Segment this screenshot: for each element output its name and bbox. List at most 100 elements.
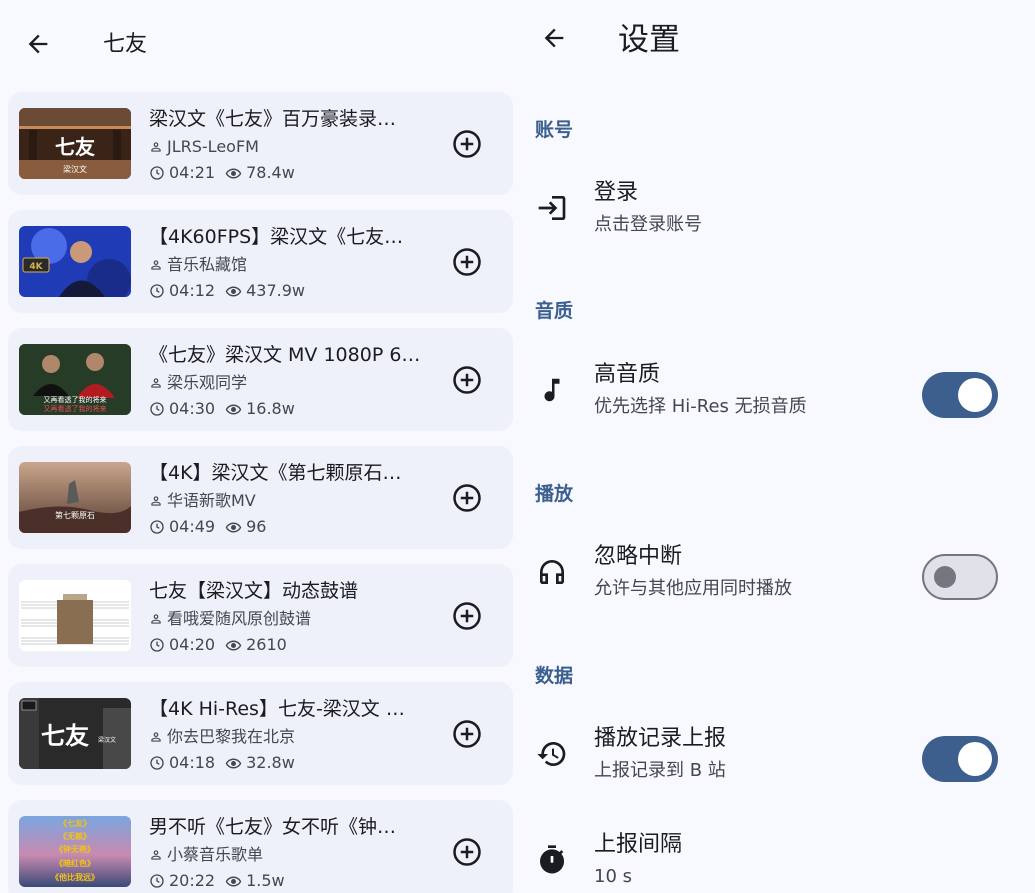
add-to-playlist-button[interactable] [452,365,482,395]
toggle-knob [958,378,992,412]
toggle-knob [934,566,956,588]
video-card[interactable]: 《七友》 《无赖》 《钟无艳》 《暗红色》 《他比我远》 男不听《七友》女不听《… [8,800,513,893]
screen: 七友 七友 梁汉文 梁汉文《七友》百万豪装录… JLRS-LeoFM 04:21… [0,0,1035,893]
video-title: 【4K】梁汉文《第七颗原石… [149,462,402,484]
add-to-playlist-button[interactable] [452,601,482,631]
add-circle-icon [453,838,481,866]
video-title: 【4K60FPS】梁汉文《七友… [149,226,404,248]
page-title: 设置 [618,22,680,58]
video-card[interactable]: 4K 【4K60FPS】梁汉文《七友… 音乐私藏馆 04:12 437.9w [8,210,513,313]
video-card[interactable]: 七友【梁汉文】动态鼓谱 看哦爱随风原创鼓谱 04:20 2610 [8,564,513,667]
toggle-knob [958,742,992,776]
add-circle-icon [453,720,481,748]
page-title: 七友 [103,32,148,57]
video-card[interactable]: 七友 梁汉文 【4K Hi-Res】七友-梁汉文 … 你去巴黎我在北京 04:1… [8,682,513,785]
setting-subtitle: 点击登录账号 [594,214,702,235]
author-name: 看哦爱随风原创鼓谱 [167,609,312,628]
author-name: 你去巴黎我在北京 [167,727,296,746]
author-name: JLRS-LeoFM [167,137,259,156]
clock-icon [149,283,165,299]
video-views: 16.8w [246,399,295,418]
video-views: 32.8w [246,753,295,772]
arrow-left-icon [544,28,564,48]
setting-ignore-interrupt[interactable]: 忽略中断 允许与其他应用同时播放 [520,532,1035,612]
eye-icon [225,401,242,418]
arrow-left-icon [28,34,48,54]
thumb-subtext: 又再看透了我的将来 [44,404,107,413]
setting-login[interactable]: 登录 点击登录账号 [520,168,1035,248]
back-button[interactable] [20,26,56,62]
thumb-text: 七友 [55,135,95,159]
video-author: 华语新歌MV [149,490,429,512]
video-meta: 04:21 78.4w [149,162,295,184]
clock-icon [149,165,165,181]
video-author: 看哦爱随风原创鼓谱 [149,608,429,630]
video-duration: 20:22 [169,871,216,890]
video-card[interactable]: 第七颗原石 【4K】梁汉文《第七颗原石… 华语新歌MV 04:49 96 [8,446,513,549]
add-circle-icon [453,484,481,512]
setting-hires[interactable]: 高音质 优先选择 Hi-Res 无损音质 [520,350,1035,430]
video-views: 437.9w [246,281,305,300]
thumb-line: 《暗红色》 [55,858,95,868]
music-note-icon [534,372,570,408]
person-icon [149,376,163,390]
hires-toggle[interactable] [922,372,998,418]
section-header-playback: 播放 [535,483,574,505]
clock-icon [149,755,165,771]
ignore-interrupt-toggle[interactable] [922,554,998,600]
video-views: 1.5w [246,871,285,890]
add-to-playlist-button[interactable] [452,837,482,867]
video-thumbnail: 《七友》 《无赖》 《钟无艳》 《暗红色》 《他比我远》 [19,816,131,887]
video-title: 七友【梁汉文】动态鼓谱 [149,580,359,602]
setting-report-history[interactable]: 播放记录上报 上报记录到 B 站 [520,714,1035,794]
video-thumbnail: 又再看透了我的将来 又再看透了我的将来 [19,344,131,415]
report-history-toggle[interactable] [922,736,998,782]
video-author: JLRS-LeoFM [149,136,429,158]
add-to-playlist-button[interactable] [452,247,482,277]
setting-subtitle: 优先选择 Hi-Res 无损音质 [594,396,807,417]
add-to-playlist-button[interactable] [452,129,482,159]
eye-icon [225,165,242,182]
clock-icon [149,519,165,535]
setting-title: 登录 [594,180,639,205]
setting-report-interval[interactable]: 上报间隔 10 s [520,820,1035,893]
settings-header: 设置 [520,0,1035,90]
video-thumbnail: 七友 梁汉文 [19,108,131,179]
setting-title: 播放记录上报 [594,726,727,751]
video-duration: 04:30 [169,399,216,418]
eye-icon [225,283,242,300]
add-to-playlist-button[interactable] [452,483,482,513]
add-circle-icon [453,366,481,394]
clock-icon [149,637,165,653]
video-card[interactable]: 七友 梁汉文 梁汉文《七友》百万豪装录… JLRS-LeoFM 04:21 78… [8,92,513,195]
video-author: 你去巴黎我在北京 [149,726,429,748]
video-title: 《七友》梁汉文 MV 1080P 6… [149,344,421,366]
thumb-text: 4K [29,262,43,272]
thumb-subtext: 梁汉文 [63,164,87,174]
video-card[interactable]: 又再看透了我的将来 又再看透了我的将来 《七友》梁汉文 MV 1080P 6… … [8,328,513,431]
add-to-playlist-button[interactable] [452,719,482,749]
settings-panel: 设置 账号 登录 点击登录账号 音质 高音质 优先选择 Hi-Res 无损音质 … [520,0,1035,893]
back-button[interactable] [536,20,572,56]
video-meta: 04:30 16.8w [149,398,295,420]
setting-subtitle: 允许与其他应用同时播放 [594,578,792,599]
video-meta: 04:12 437.9w [149,280,305,302]
thumb-line: 《他比我远》 [51,872,99,882]
author-name: 小蔡音乐歌单 [167,845,264,864]
video-duration: 04:20 [169,635,216,654]
video-duration: 04:18 [169,753,216,772]
video-meta: 04:49 96 [149,516,266,538]
eye-icon [225,519,242,536]
video-meta: 04:20 2610 [149,634,287,656]
video-title: 【4K Hi-Res】七友-梁汉文 … [149,698,405,720]
video-views: 78.4w [246,163,295,182]
thumb-line: 《七友》 [59,818,91,828]
eye-icon [225,755,242,772]
author-name: 华语新歌MV [167,491,256,510]
person-icon [149,140,163,154]
person-icon [149,258,163,272]
person-icon [149,730,163,744]
video-views: 96 [246,517,267,536]
setting-title: 高音质 [594,362,661,387]
eye-icon [225,873,242,890]
